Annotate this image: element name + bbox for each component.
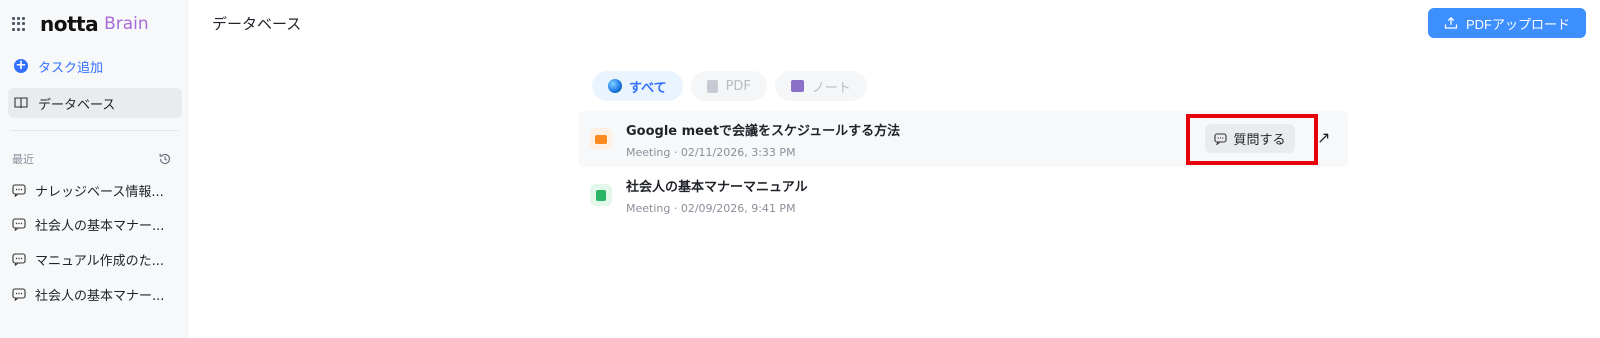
sidebar: notta Brain + タスク追加 データベース 最近 ナレッジベース情報.… [0, 0, 188, 338]
book-icon [14, 97, 28, 109]
list-item[interactable]: 社会人の基本マナーマニュアル Meeting · 02/09/2026, 9:4… [578, 167, 1348, 223]
list-item-title: Google meetで会議をスケジュールする方法 [626, 123, 901, 139]
recent-item-label: マニュアル作成のた... [35, 253, 165, 269]
recent-item[interactable]: ナレッジベース情報... [8, 176, 182, 204]
recent-item-label: 社会人の基本マナー... [35, 288, 165, 304]
ask-icon [1214, 132, 1228, 145]
logo-sub: Brain [104, 14, 149, 34]
upload-icon [1444, 16, 1458, 29]
divider [10, 130, 178, 131]
chat-icon [12, 217, 26, 231]
logo: notta [40, 12, 99, 36]
chat-icon [12, 252, 26, 266]
recent-item[interactable]: マニュアル作成のた... [8, 245, 182, 273]
tab-pdf[interactable]: PDF [690, 71, 767, 101]
brand: notta Brain [12, 12, 149, 36]
ask-label: 質問する [1233, 132, 1286, 147]
note-icon [790, 80, 804, 92]
recent-label: 最近 [12, 153, 34, 166]
list-item-text: 社会人の基本マナーマニュアル Meeting · 02/09/2026, 9:4… [626, 176, 808, 215]
tab-label: ノート [811, 80, 851, 96]
add-task-label: タスク追加 [38, 60, 104, 76]
list-item-meta: Meeting · 02/11/2026, 3:33 PM [626, 145, 796, 159]
recent-item-label: ナレッジベース情報... [35, 184, 164, 200]
tab-note[interactable]: ノート [774, 71, 867, 101]
list-item-meta: Meeting · 02/09/2026, 9:41 PM [626, 201, 796, 215]
external-link-icon[interactable]: ↗ [1317, 128, 1330, 147]
recent-header: 最近 [12, 150, 172, 168]
ask-button[interactable]: 質問する [1205, 124, 1295, 153]
add-task-button[interactable]: + タスク追加 [8, 52, 182, 80]
tab-label: すべて [629, 80, 667, 96]
filter-tabs: すべて PDF ノート [592, 71, 867, 101]
pdf-icon [706, 79, 718, 93]
list-item-title: 社会人の基本マナーマニュアル [626, 179, 808, 195]
globe-icon [608, 79, 622, 93]
chat-icon [12, 287, 26, 301]
page-title: データベース [212, 15, 302, 33]
pdf-upload-label: PDFアップロード [1465, 16, 1570, 32]
app-grid-icon[interactable] [12, 17, 26, 31]
tab-label: PDF [725, 78, 751, 94]
chat-icon [12, 183, 26, 197]
recent-item-label: 社会人の基本マナー... [35, 218, 165, 234]
sidebar-item-database[interactable]: データベース [8, 88, 182, 118]
list-item-text: Google meetで会議をスケジュールする方法 Meeting · 02/1… [626, 120, 900, 159]
note-icon [590, 184, 612, 206]
plus-circle-icon: + [14, 58, 28, 73]
sidebar-item-label: データベース [38, 97, 116, 113]
recent-item[interactable]: 社会人の基本マナー... [8, 210, 182, 238]
pdf-upload-button[interactable]: PDFアップロード [1428, 8, 1586, 38]
meet-icon [590, 128, 612, 150]
app-root: notta Brain + タスク追加 データベース 最近 ナレッジベース情報.… [0, 0, 1600, 338]
tab-all[interactable]: すべて [592, 71, 683, 101]
recent-item[interactable]: 社会人の基本マナー... [8, 280, 182, 308]
history-icon[interactable] [158, 152, 172, 166]
